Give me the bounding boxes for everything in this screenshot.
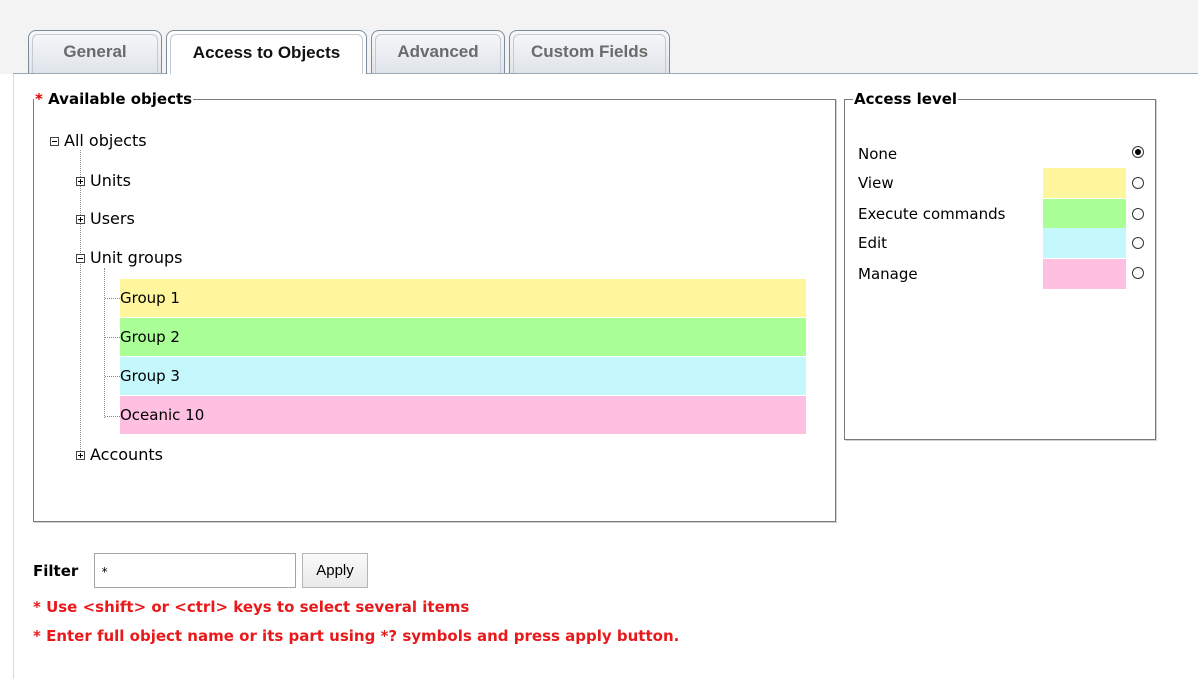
color-swatch-view — [1043, 168, 1126, 198]
access-level-label-manage: Manage — [858, 265, 918, 283]
tree-node-label: All objects — [64, 131, 147, 150]
tree-node-accounts[interactable]: Accounts — [76, 445, 163, 465]
tree-node-units[interactable]: Units — [76, 171, 131, 191]
available-objects-legend: * Available objects — [34, 89, 194, 109]
hint-multi-select: * Use <shift> or <ctrl> keys to select s… — [33, 598, 470, 616]
tree-connector-line — [80, 150, 81, 455]
tab-general[interactable]: General — [28, 30, 162, 73]
radio-none[interactable] — [1132, 146, 1144, 158]
tab-advanced[interactable]: Advanced — [371, 30, 505, 73]
tree-node-label: Unit groups — [90, 248, 183, 267]
access-level-label-execute-commands: Execute commands — [858, 205, 1006, 223]
color-swatch-manage — [1043, 259, 1126, 289]
tree-connector-line — [105, 416, 120, 417]
tree-node-all-objects[interactable]: All objects — [50, 131, 147, 151]
filter-input[interactable] — [94, 553, 296, 588]
tree-item-oceanic-10[interactable]: Oceanic 10 — [120, 396, 806, 434]
access-level-label-edit: Edit — [858, 234, 888, 252]
color-swatch-edit — [1043, 228, 1126, 258]
access-level-legend: Access level — [853, 89, 959, 109]
radio-view[interactable] — [1132, 177, 1144, 189]
tree-item-group-1[interactable]: Group 1 — [120, 279, 806, 317]
expand-icon[interactable] — [76, 176, 85, 186]
expand-icon[interactable] — [76, 214, 85, 224]
color-swatch-execute-commands — [1043, 199, 1126, 229]
hint-filter-usage: * Enter full object name or its part usi… — [33, 627, 680, 645]
tab-label: Custom Fields — [530, 42, 649, 61]
tab-label: Access to Objects — [192, 42, 341, 62]
tab-access-to-objects[interactable]: Access to Objects — [166, 30, 367, 74]
tree-node-label: Units — [90, 171, 131, 190]
panel-left-border — [13, 74, 14, 679]
tree-item-group-2[interactable]: Group 2 — [120, 318, 806, 356]
collapse-icon[interactable] — [76, 253, 85, 263]
radio-edit[interactable] — [1132, 237, 1144, 249]
tree-node-unit-groups[interactable]: Unit groups — [76, 248, 182, 268]
tree-connector-line — [105, 337, 120, 338]
tab-custom-fields[interactable]: Custom Fields — [509, 30, 670, 73]
access-level-title: Access level — [854, 90, 958, 108]
expand-icon[interactable] — [76, 450, 85, 460]
tree-item-group-3[interactable]: Group 3 — [120, 357, 806, 395]
access-level-label-view: View — [858, 174, 894, 192]
available-objects-title: Available objects — [48, 90, 193, 108]
radio-execute-commands[interactable] — [1132, 208, 1144, 220]
tree-connector-line — [105, 376, 120, 377]
tab-label: General — [63, 42, 127, 61]
tree-node-label: Accounts — [90, 445, 163, 464]
required-mark: * — [35, 90, 43, 108]
access-level-label-none: None — [858, 145, 898, 163]
tree-node-label: Users — [90, 209, 135, 228]
radio-manage[interactable] — [1132, 267, 1144, 279]
tab-label: Advanced — [397, 42, 479, 61]
tree-node-users[interactable]: Users — [76, 209, 135, 229]
tree-connector-line — [104, 268, 105, 418]
filter-label: Filter — [33, 562, 79, 580]
collapse-icon[interactable] — [50, 136, 59, 146]
tree-connector-line — [105, 298, 120, 299]
apply-button[interactable]: Apply — [302, 553, 368, 588]
